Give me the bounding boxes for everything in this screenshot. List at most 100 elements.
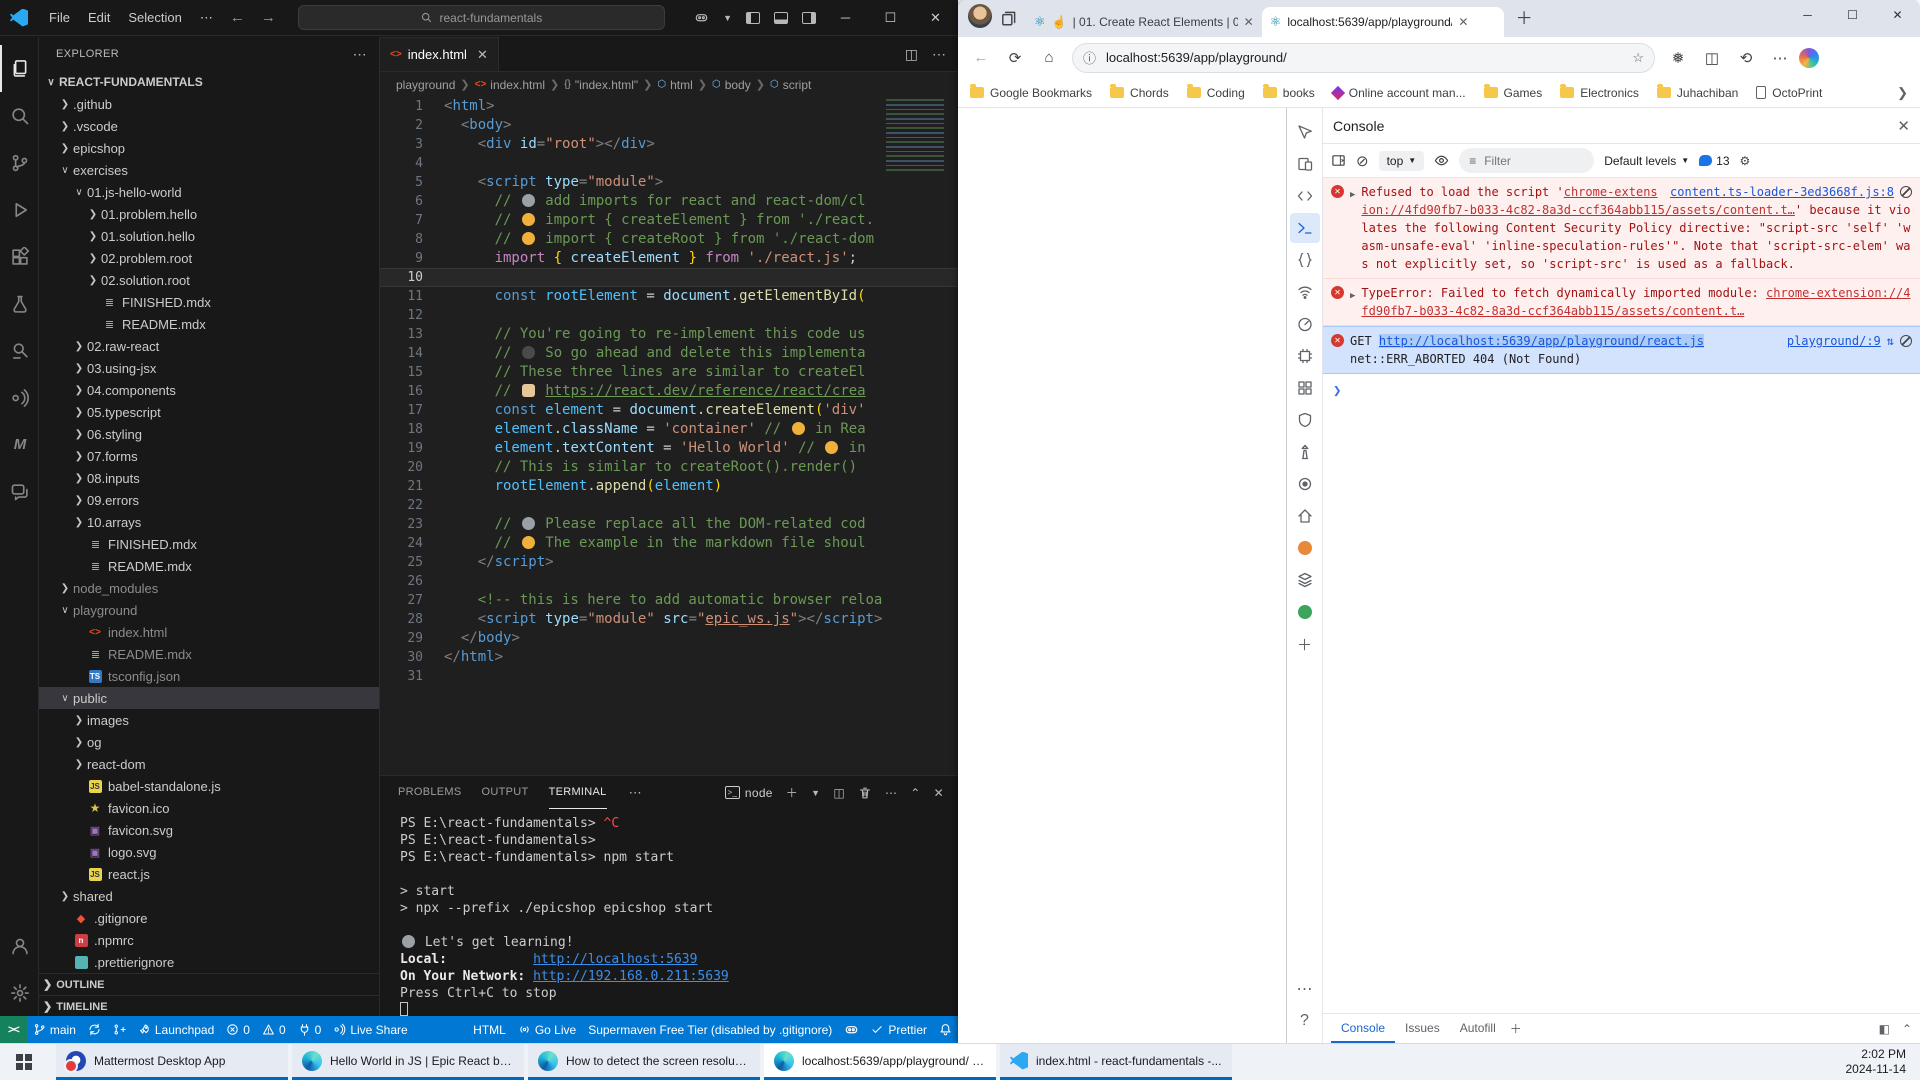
bookmark-electronics[interactable]: Electronics — [1560, 86, 1639, 100]
split-editor-icon[interactable]: ◫ — [905, 46, 918, 63]
maximize-panel-icon[interactable]: ⌃ — [910, 786, 920, 800]
tree-item-babel-standalone-js[interactable]: JSbabel-standalone.js — [39, 775, 379, 797]
tree-item-index-html[interactable]: <>index.html — [39, 621, 379, 643]
devtools-lighthouse-icon[interactable] — [1290, 437, 1320, 467]
bookmark-google-bookmarks[interactable]: Google Bookmarks — [970, 86, 1092, 100]
devtools-cookie-extension-icon[interactable] — [1290, 533, 1320, 563]
bookmark-coding[interactable]: Coding — [1187, 86, 1245, 100]
workspaces-icon[interactable] — [1000, 9, 1018, 27]
start-button[interactable] — [0, 1044, 48, 1080]
refresh-icon[interactable]: ⟳ — [1000, 43, 1030, 73]
menu-selection[interactable]: Selection — [119, 10, 190, 26]
activity-source-control-icon[interactable] — [0, 139, 39, 186]
explorer-more-icon[interactable]: ⋯ — [353, 46, 367, 63]
taskbar-mattermost-button[interactable]: Mattermost Desktop App — [56, 1044, 288, 1080]
tree-item-node-modules[interactable]: ❯node_modules — [39, 577, 379, 599]
filter-input[interactable] — [1482, 153, 1572, 169]
taskbar-vscode-button[interactable]: index.html - react-fundamentals -... — [1000, 1044, 1232, 1080]
devtools-inspect-icon[interactable] — [1290, 117, 1320, 147]
status-html[interactable]: HTML — [467, 1016, 512, 1043]
home-icon[interactable]: ⌂ — [1034, 43, 1064, 73]
site-info-icon[interactable]: ⓘ — [1083, 48, 1096, 67]
terminal-output[interactable]: PS E:\react-fundamentals> ^CPS E:\react-… — [380, 809, 958, 1016]
copilot-icon[interactable] — [694, 10, 709, 25]
split-terminal-icon[interactable]: ◫ — [833, 786, 845, 800]
tree-item-finished-mdx[interactable]: ≣FINISHED.mdx — [39, 533, 379, 555]
copilot-browser-icon[interactable] — [1799, 48, 1819, 68]
browser-close-button[interactable]: ✕ — [1875, 0, 1920, 30]
favorite-star-icon[interactable]: ☆ — [1632, 50, 1644, 66]
copilot-explain-icon[interactable] — [1900, 335, 1912, 347]
devtools-network-icon[interactable] — [1290, 277, 1320, 307]
expand-triangle-icon[interactable]: ▶ — [1350, 186, 1355, 273]
activity-explorer-icon[interactable] — [0, 45, 39, 92]
editor-more-icon[interactable]: ⋯ — [932, 46, 946, 63]
tree-item-01-solution-hello[interactable]: ❯01.solution.hello — [39, 225, 379, 247]
status-ports-0[interactable]: 0 — [292, 1016, 328, 1043]
activity-account-icon[interactable] — [0, 922, 39, 969]
tree-item-04-components[interactable]: ❯04.components — [39, 379, 379, 401]
drawer-tab-console[interactable]: Console — [1331, 1014, 1395, 1043]
toggle-sidebar-icon[interactable] — [746, 12, 760, 24]
history-back-icon[interactable]: ← — [230, 9, 245, 26]
taskbar-edge-button[interactable]: How to detect the screen resoluti... — [528, 1044, 760, 1080]
tree-item-05-typescript[interactable]: ❯05.typescript — [39, 401, 379, 423]
console-settings-gear-icon[interactable]: ⚙ — [1740, 154, 1751, 168]
panel-tab-problems[interactable]: PROBLEMS — [398, 776, 462, 809]
devtools-extension-green-icon[interactable] — [1290, 597, 1320, 627]
expand-triangle-icon[interactable]: ▶ — [1350, 287, 1355, 320]
devtools-home-icon[interactable] — [1290, 501, 1320, 531]
taskbar-edge-button[interactable]: Hello World in JS | Epic React by K... — [292, 1044, 524, 1080]
vscode-minimize-button[interactable]: ─ — [823, 0, 868, 35]
tree-item-react-dom[interactable]: ❯react-dom — [39, 753, 379, 775]
bookmark-games[interactable]: Games — [1484, 86, 1543, 100]
status-error-0[interactable]: 0 — [220, 1016, 256, 1043]
activity-supermaven-icon[interactable]: M — [0, 421, 39, 468]
devtools-close-icon[interactable]: ✕ — [1897, 117, 1910, 135]
address-bar[interactable]: ⓘ ☆ — [1072, 43, 1655, 73]
devtools-console-icon[interactable] — [1290, 213, 1320, 243]
bookmark-books[interactable]: books — [1263, 86, 1315, 100]
drawer-tab-issues[interactable]: Issues — [1395, 1014, 1450, 1043]
console-prompt-chevron[interactable]: ❯ — [1323, 374, 1920, 400]
status-supermaven-free-tier-dis[interactable]: Supermaven Free Tier (disabled by .gitig… — [582, 1016, 838, 1043]
panel-tab-output[interactable]: OUTPUT — [482, 776, 529, 809]
console-message-err[interactable]: ✕▶content.ts-loader-3ed3668f.js:8Refused… — [1323, 178, 1920, 279]
tree-item-exercises[interactable]: ∨exercises — [39, 159, 379, 181]
tree-item-02-solution-root[interactable]: ❯02.solution.root — [39, 269, 379, 291]
tree-item--prettierignore[interactable]: .prettierignore — [39, 951, 379, 973]
menu-file[interactable]: File — [40, 10, 79, 26]
toggle-secondary-sidebar-icon[interactable] — [802, 12, 816, 24]
dock-side-icon[interactable]: ◧ — [1879, 1022, 1890, 1036]
browser-essentials-icon[interactable]: ❅ — [1663, 43, 1693, 73]
tree-item-images[interactable]: ❯images — [39, 709, 379, 731]
tree-item-07-forms[interactable]: ❯07.forms — [39, 445, 379, 467]
browser-minimize-button[interactable]: ─ — [1785, 0, 1830, 30]
terminal-shell-chip[interactable]: >_ node — [725, 786, 773, 800]
request-detail-icon[interactable]: ⇅ — [1887, 332, 1894, 350]
tree-item-readme-mdx[interactable]: ≣README.mdx — [39, 643, 379, 665]
source-link[interactable]: playground/:9 — [1787, 332, 1881, 350]
devtools-elements-icon[interactable] — [1290, 181, 1320, 211]
breadcrumb-item[interactable]: {}"index.html" — [564, 78, 638, 92]
tab-close-icon[interactable]: ✕ — [1244, 15, 1254, 29]
tree-item-01-problem-hello[interactable]: ❯01.problem.hello — [39, 203, 379, 225]
section-outline[interactable]: ❯OUTLINE — [39, 973, 379, 995]
devtools-more-icon[interactable]: ⋯ — [1290, 974, 1320, 1004]
activity-run-and-debug-icon[interactable] — [0, 186, 39, 233]
status-prettier[interactable]: Prettier — [865, 1016, 933, 1043]
status-copilot[interactable] — [838, 1016, 865, 1043]
tree-item--github[interactable]: ❯.github — [39, 93, 379, 115]
source-link[interactable]: content.ts-loader-3ed3668f.js:8 — [1670, 183, 1894, 201]
tree-item-06-styling[interactable]: ❯06.styling — [39, 423, 379, 445]
history-icon[interactable]: ⟲ — [1731, 43, 1761, 73]
tree-item-playground[interactable]: ∨playground — [39, 599, 379, 621]
devtools-layers-icon[interactable] — [1290, 565, 1320, 595]
vscode-close-button[interactable]: ✕ — [913, 0, 958, 35]
log-levels-selector[interactable]: Default levels ▼ — [1604, 154, 1689, 168]
status-branch-main[interactable]: main — [27, 1016, 82, 1043]
bookmarks-overflow-icon[interactable]: ❯ — [1897, 85, 1908, 101]
devtools-application-icon[interactable] — [1290, 373, 1320, 403]
context-selector[interactable]: top ▼ — [1379, 151, 1425, 171]
activity-search-editor-icon[interactable] — [0, 327, 39, 374]
